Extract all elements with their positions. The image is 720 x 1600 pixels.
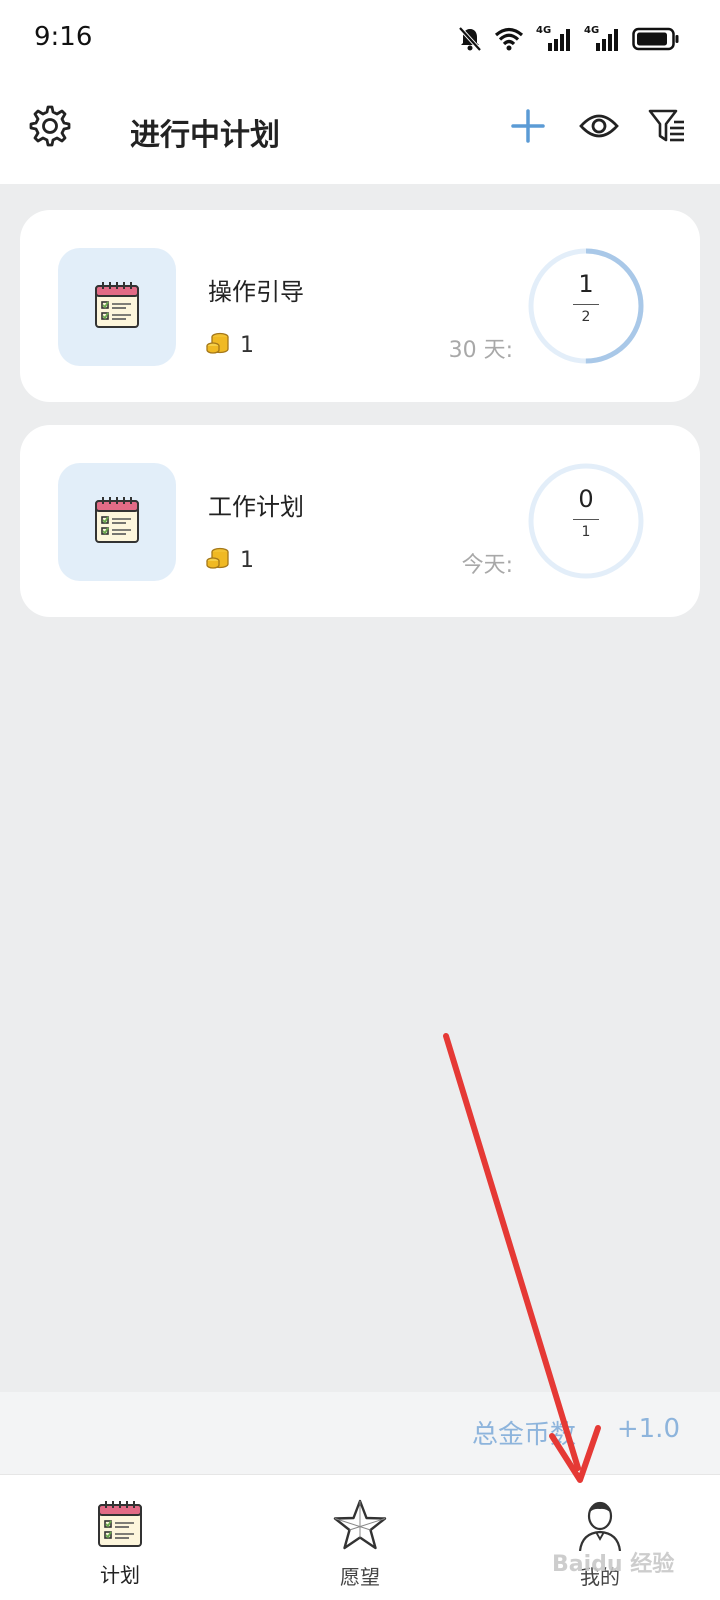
plan-icon-tile [58,463,176,581]
progress-done: 0 [578,485,594,513]
plan-card[interactable]: 操作引导 1 30 天: 1 2 [20,210,700,402]
gear-icon[interactable] [28,104,72,148]
total-coins-value: +1.0 [616,1414,680,1444]
days-label: 30 天: [448,338,513,363]
fraction-divider [573,519,599,520]
progress-total: 2 [581,309,591,325]
coin-stack-icon [206,331,230,359]
plus-icon[interactable] [510,108,546,144]
plan-card[interactable]: 工作计划 1 今天: 0 1 [20,425,700,617]
coin-stack-icon [206,546,230,574]
star-icon [332,1499,388,1555]
progress-total: 1 [581,524,591,540]
coin-count: 1 [240,547,254,573]
annotation-arrow [443,1033,601,1483]
calendar-checklist-icon [96,1499,144,1553]
status-icons: 4G 4G [458,22,680,56]
coin-count: 1 [240,332,254,358]
nav-label: 愿望 [340,1565,380,1589]
status-time: 9:16 [34,22,93,52]
coin-row: 1 [206,545,254,575]
nav-label: 计划 [100,1563,140,1587]
nav-item-wishes[interactable]: 愿望 [300,1499,420,1599]
plan-title: 工作计划 [208,493,304,521]
calendar-checklist-icon [93,495,141,549]
coin-row: 1 [206,330,254,360]
calendar-checklist-icon [93,280,141,334]
progress-done: 1 [578,270,594,298]
filter-icon[interactable] [648,108,686,144]
app-header: 进行中计划 [0,80,720,184]
mute-bell-icon [458,26,482,52]
4g-signal-icon: 4G [584,25,620,53]
fraction-divider [573,304,599,305]
nav-item-plans[interactable]: 计划 [60,1499,180,1599]
plan-icon-tile [58,248,176,366]
progress-ring: 0 1 [526,461,646,581]
battery-icon [632,27,680,51]
wifi-icon [494,27,524,51]
status-bar: 9:16 4G 4G [0,0,720,80]
watermark-logo: Baidu 经验 [552,1552,675,1577]
plan-title: 操作引导 [208,278,304,306]
progress-ring: 1 2 [526,246,646,366]
page-title: 进行中计划 [130,118,280,153]
eye-icon[interactable] [579,110,619,142]
days-label: 今天: [461,553,513,578]
4g-signal-icon: 4G [536,25,572,53]
